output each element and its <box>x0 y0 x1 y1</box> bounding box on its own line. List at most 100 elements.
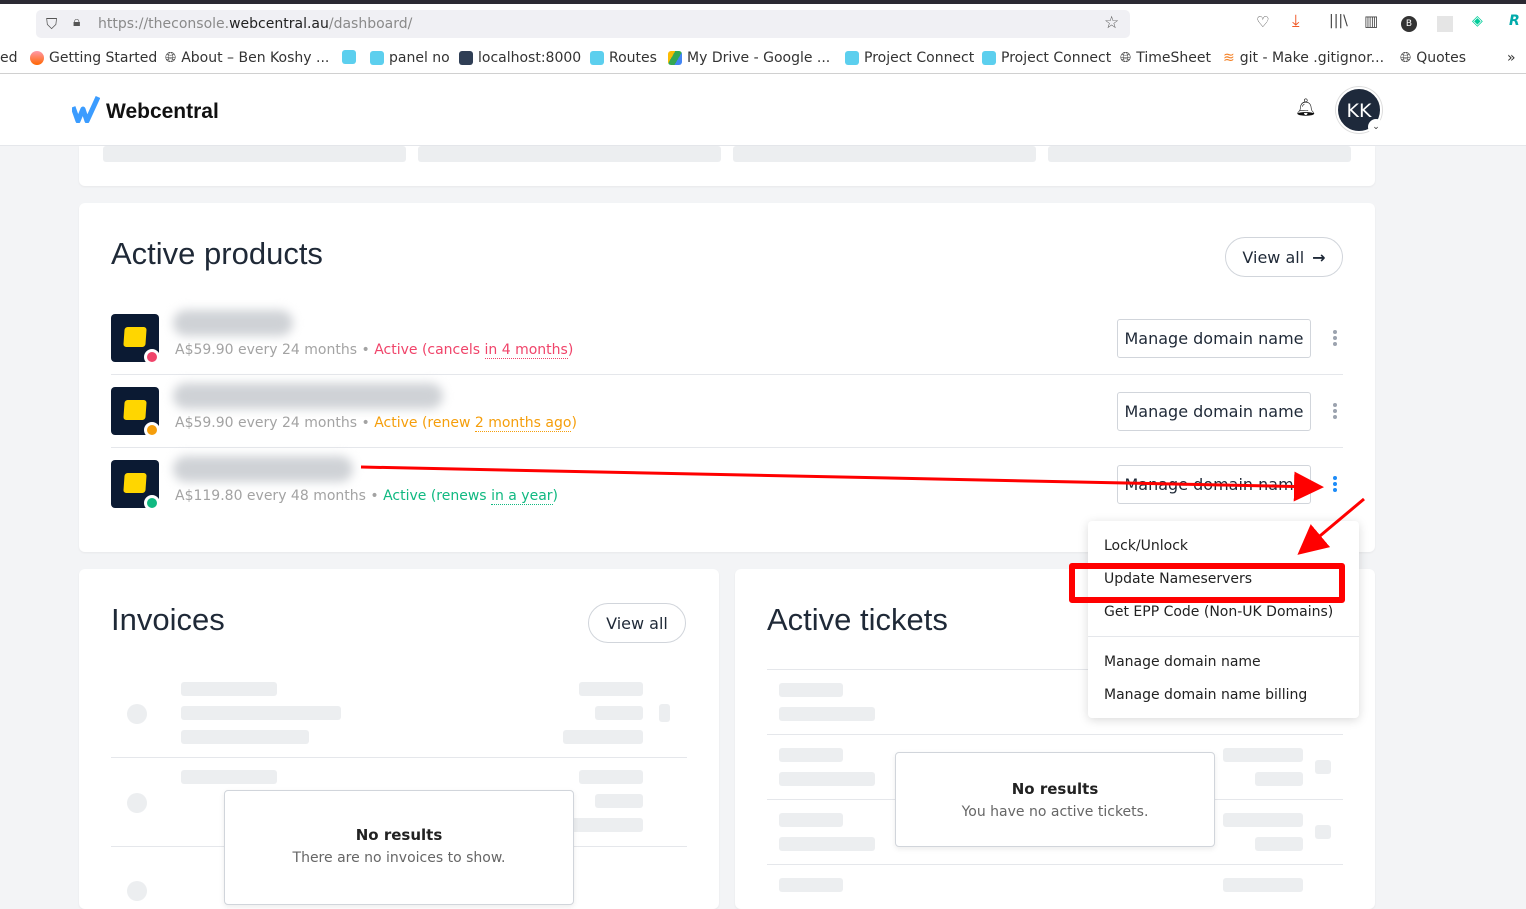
bookmark[interactable]: panel no <box>370 50 450 66</box>
extension-eye-icon[interactable]: ◈ <box>1472 13 1483 29</box>
lock-icon[interactable]: 🔒︎ <box>73 14 80 30</box>
bookmark[interactable]: 🌐︎ TimeSheet <box>1120 50 1211 66</box>
more-options-icon[interactable] <box>1333 403 1337 419</box>
download-icon[interactable]: ⤓ <box>1292 11 1300 31</box>
globe-icon: 🌐︎ <box>1400 50 1412 66</box>
bookmarks-bar: ed Getting Started 🌐︎ About – Ben Koshy .… <box>0 42 1526 74</box>
sidebar-icon[interactable]: ▥ <box>1364 12 1378 30</box>
bookmark-label: Getting Started <box>49 50 158 66</box>
product-meta: A$59.90 every 24 months • Active (cancel… <box>175 342 574 359</box>
summary-card <box>79 146 1375 186</box>
extension-r-icon[interactable]: R <box>1509 13 1520 29</box>
status-dot <box>144 349 160 365</box>
browser-toolbar: ⛉ 🔒︎ https://theconsole.webcentral.au/da… <box>0 4 1526 42</box>
annotation-highlight-box <box>1069 563 1345 603</box>
bookmark-label: About – Ben Koshy ... <box>181 50 330 66</box>
button-label: View all <box>1242 247 1305 267</box>
manage-domain-button[interactable]: Manage domain name <box>1117 392 1311 431</box>
empty-text: You have no active tickets. <box>961 804 1149 820</box>
no-tickets-message: No results You have no active tickets. <box>895 752 1215 847</box>
button-label: Manage domain name <box>1124 475 1304 494</box>
stackoverflow-icon: ≋ <box>1223 50 1235 66</box>
empty-title: No results <box>355 826 443 844</box>
site-header: Webcentral 🔔︎ KK ⌄ <box>0 74 1526 146</box>
pocket-icon[interactable]: ♡ <box>1256 13 1269 31</box>
menu-divider <box>1088 636 1359 637</box>
url-bar[interactable]: ⛉ 🔒︎ https://theconsole.webcentral.au/da… <box>36 10 1130 38</box>
domain-options-menu: Lock/Unlock Update Nameservers Get EPP C… <box>1088 521 1359 718</box>
more-options-icon-active[interactable] <box>1333 476 1337 492</box>
bookmark-label: Project Connect <box>864 50 975 66</box>
bookmark-label: localhost:8000 <box>478 50 582 66</box>
bookmark[interactable]: 🌐︎ Quotes <box>1400 50 1466 66</box>
no-invoices-message: No results There are no invoices to show… <box>224 790 574 905</box>
section-title: Active tickets <box>767 602 948 637</box>
react-icon <box>342 50 356 64</box>
more-bookmarks-button[interactable]: » <box>1507 50 1516 66</box>
django-icon <box>459 51 473 65</box>
bookmark[interactable]: My Drive - Google ... <box>668 50 830 66</box>
product-row: A$59.90 every 24 months • Active (cancel… <box>111 302 1343 375</box>
button-label: View all <box>606 613 668 633</box>
avatar-initials: KK <box>1346 100 1372 122</box>
section-title: Invoices <box>111 602 225 637</box>
library-icon[interactable]: |||\ <box>1329 13 1348 29</box>
product-row: A$59.90 every 24 months • Active (renew … <box>111 375 1343 448</box>
manage-domain-button[interactable]: Manage domain name <box>1117 465 1311 504</box>
brand-name: Webcentral <box>106 100 219 123</box>
redacted-domain-name <box>173 310 293 336</box>
webcentral-logo-icon <box>72 95 100 123</box>
bookmark[interactable]: localhost:8000 <box>459 50 581 66</box>
chevrons-right-icon: » <box>1507 50 1516 66</box>
react-icon <box>982 51 996 65</box>
menu-item-lock-unlock[interactable]: Lock/Unlock <box>1104 538 1188 554</box>
product-meta: A$59.90 every 24 months • Active (renew … <box>175 415 577 432</box>
section-title: Active products <box>111 236 323 271</box>
bookmark-label: Quotes <box>1416 50 1467 66</box>
globe-icon: 🌐︎ <box>1120 50 1132 66</box>
button-label: Manage domain name <box>1124 329 1304 348</box>
extension-b-icon[interactable]: B <box>1401 16 1417 32</box>
bookmark-label: Project Connect <box>1001 50 1112 66</box>
react-icon <box>845 51 859 65</box>
bookmark[interactable]: Getting Started <box>30 50 157 66</box>
bookmark[interactable]: ≋ git - Make .gitignor... <box>1223 50 1384 66</box>
logo[interactable]: Webcentral <box>72 94 219 124</box>
empty-title: No results <box>1011 780 1099 798</box>
product-row: A$119.80 every 48 months • Active (renew… <box>111 448 1343 521</box>
menu-item-manage-billing[interactable]: Manage domain name billing <box>1104 687 1307 703</box>
bookmark[interactable] <box>342 50 361 64</box>
menu-item-get-epp-code[interactable]: Get EPP Code (Non-UK Domains) <box>1104 604 1333 620</box>
bookmark[interactable]: Project Connect <box>845 50 974 66</box>
view-all-invoices-button[interactable]: View all <box>588 603 686 643</box>
shield-icon[interactable]: ⛉ <box>46 15 57 33</box>
manage-domain-button[interactable]: Manage domain name <box>1117 319 1311 358</box>
bookmark-label: My Drive - Google ... <box>687 50 831 66</box>
bookmark-label: git - Make .gitignor... <box>1239 50 1385 66</box>
firefox-icon <box>30 51 44 65</box>
bookmark-label: panel no <box>389 50 450 66</box>
bookmark-label: TimeSheet <box>1136 50 1211 66</box>
redacted-domain-name <box>173 383 443 409</box>
bell-icon[interactable]: 🔔︎ <box>1295 98 1317 118</box>
product-meta: A$119.80 every 48 months • Active (renew… <box>175 488 559 505</box>
url-text: https://theconsole.webcentral.au/dashboa… <box>98 16 413 32</box>
bookmark[interactable]: Project Connect <box>982 50 1111 66</box>
user-avatar[interactable]: KK ⌄ <box>1336 87 1384 135</box>
domain-product-icon <box>111 387 160 438</box>
bookmark-star-icon[interactable]: ☆ <box>1104 13 1119 33</box>
view-all-products-button[interactable]: View all → <box>1225 237 1343 277</box>
arrow-right-icon: → <box>1312 247 1326 267</box>
chevron-down-icon: ⌄ <box>1368 119 1384 135</box>
status-dot <box>144 422 160 438</box>
more-options-icon[interactable] <box>1333 330 1337 346</box>
bookmark[interactable]: ed <box>0 50 18 66</box>
bookmark-label: ed <box>0 50 18 66</box>
domain-product-icon <box>111 314 160 365</box>
invoices-card: Invoices View all No results There are n… <box>79 569 719 909</box>
react-extension-icon[interactable] <box>1437 16 1453 32</box>
menu-item-manage-domain[interactable]: Manage domain name <box>1104 654 1261 670</box>
bookmark[interactable]: 🌐︎ About – Ben Koshy ... <box>165 50 329 66</box>
bookmark[interactable]: Routes <box>590 50 657 66</box>
react-icon <box>370 51 384 65</box>
